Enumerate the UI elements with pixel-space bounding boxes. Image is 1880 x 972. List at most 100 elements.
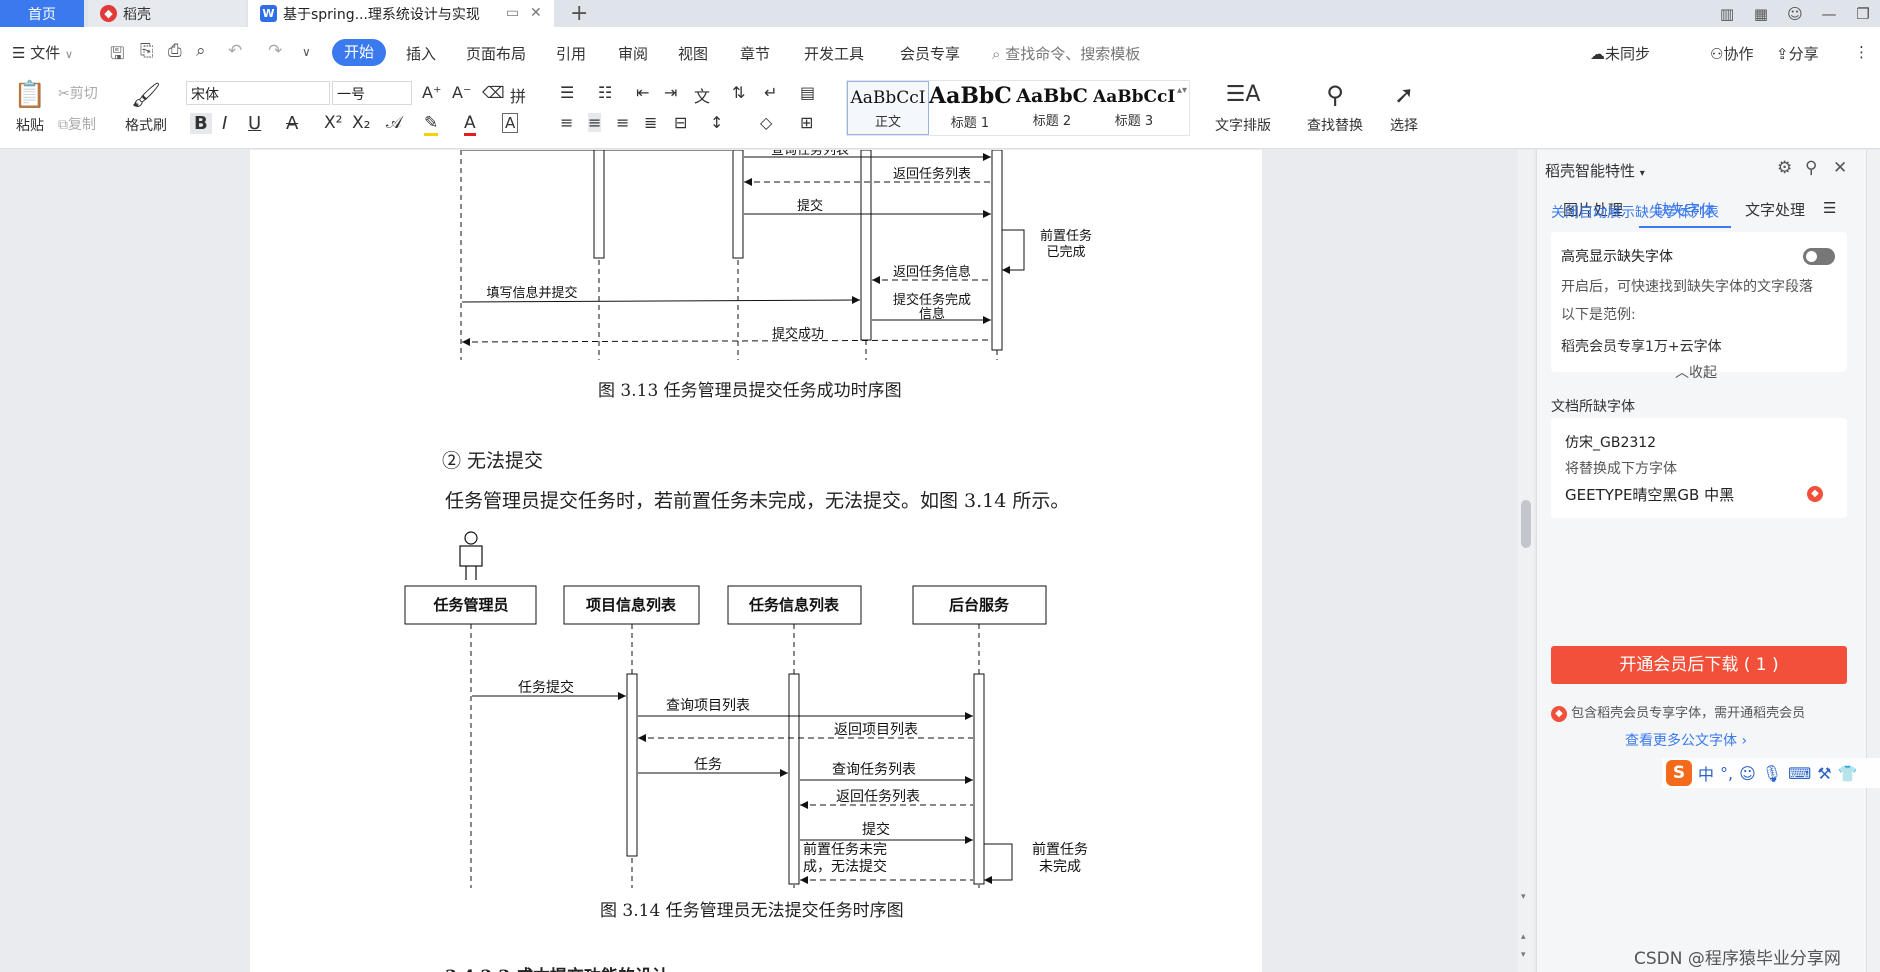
style-heading-2[interactable]: AaBbC 标题 2 <box>1011 81 1093 135</box>
clear-format-icon[interactable]: ⌫ <box>482 83 505 102</box>
restore-icon[interactable]: ❐ <box>1846 5 1880 23</box>
shrink-font-icon[interactable]: A⁻ <box>452 83 471 102</box>
layout-icon[interactable]: ▥ <box>1710 5 1744 23</box>
gallery-scroll-icon[interactable]: ▴▾ <box>1177 85 1187 96</box>
bold-icon[interactable]: B <box>190 113 212 134</box>
quick-access-more-icon[interactable]: ∨ <box>302 45 311 59</box>
sync-status[interactable]: ☁未同步 <box>1590 43 1650 64</box>
scrollbar-thumb[interactable] <box>1521 500 1531 548</box>
document-scrollbar[interactable]: ▾ ▴ ▾ <box>1518 150 1534 972</box>
skin-icon[interactable]: 👕 <box>1838 764 1858 783</box>
menu-insert[interactable]: 插入 <box>406 43 436 64</box>
text-layout-button[interactable]: ☰A 文字排版 <box>1206 81 1280 135</box>
print-icon[interactable]: ⎙ <box>168 41 182 61</box>
menu-page-layout[interactable]: 页面布局 <box>466 43 526 64</box>
sogou-logo-icon[interactable]: S <box>1666 760 1692 786</box>
numbered-list-icon[interactable]: ☷ <box>598 83 612 102</box>
sort-icon[interactable]: ⇅ <box>732 83 745 102</box>
copy-button[interactable]: ⧉复制 <box>58 114 96 134</box>
more-icon[interactable]: ⋮ <box>1854 43 1869 61</box>
distributed-icon[interactable]: ⊟ <box>674 113 687 132</box>
style-normal[interactable]: AaBbCcI 正文 <box>847 81 929 135</box>
menu-developer[interactable]: 开发工具 <box>804 43 864 64</box>
print-preview-icon[interactable]: ⌕ <box>196 41 206 61</box>
toolbox-icon[interactable]: ⚒ <box>1817 764 1831 783</box>
ime-chinese-mode[interactable]: 中 <box>1698 761 1714 785</box>
tab-daoke[interactable]: ◆ 稻壳 <box>88 0 246 27</box>
undo-icon[interactable]: ↶ <box>228 41 242 61</box>
save-icon[interactable]: 🖫 <box>110 41 124 70</box>
strikethrough-icon[interactable]: A <box>286 113 298 134</box>
close-icon[interactable]: ✕ <box>1833 158 1847 178</box>
close-auto-show-link[interactable]: 关闭自动展示缺失字体列表 <box>1551 202 1719 222</box>
cut-button[interactable]: ✂剪切 <box>58 83 98 103</box>
menu-member[interactable]: 会员专享 <box>900 43 960 64</box>
keyboard-icon[interactable]: ⌨ <box>1788 764 1811 783</box>
font-family-select[interactable]: 宋体 <box>186 81 330 105</box>
font-color-icon[interactable]: A <box>464 113 476 136</box>
shading-icon[interactable]: ◇ <box>760 113 772 132</box>
menu-view[interactable]: 视图 <box>678 43 708 64</box>
document-page[interactable]: 查询任务列表 返回任务列表 提交 前置任务 已完成 返回任务信息 填写信息并提交… <box>250 150 1262 972</box>
highlight-icon[interactable]: ✎ <box>424 113 439 136</box>
grow-font-icon[interactable]: A⁺ <box>422 83 441 102</box>
paste-button[interactable]: 📋 粘贴 <box>12 81 48 135</box>
increase-indent-icon[interactable]: ⇥ <box>664 83 677 102</box>
panel-tab-text[interactable]: 文字处理 <box>1745 199 1805 220</box>
share-button[interactable]: ⇪分享 <box>1776 43 1819 64</box>
more-fonts-link[interactable]: 查看更多公文字体 › <box>1625 730 1747 750</box>
page-up-icon[interactable]: ▴ <box>1521 932 1526 942</box>
align-center-icon[interactable]: ≡ <box>588 113 602 132</box>
menu-review[interactable]: 审阅 <box>618 43 648 64</box>
phonetic-icon[interactable]: 拼 <box>510 83 526 107</box>
line-spacing-icon[interactable]: ↕ <box>710 113 723 132</box>
italic-icon[interactable]: I <box>222 113 227 134</box>
style-heading-1[interactable]: AaBbC 标题 1 <box>929 81 1011 135</box>
menu-start[interactable]: 开始 <box>332 39 386 66</box>
new-tab-button[interactable]: + <box>570 1 588 26</box>
menu-chapter[interactable]: 章节 <box>740 43 770 64</box>
subscript-icon[interactable]: X₂ <box>352 113 370 133</box>
collapse-button[interactable]: ︿收起 <box>1675 362 1717 382</box>
select-button[interactable]: ➚ 选择 <box>1382 81 1426 135</box>
file-menu[interactable]: ☰ 文件 ∨ <box>12 42 73 63</box>
tab-close-icon[interactable]: ✕ <box>530 5 542 21</box>
user-avatar-icon[interactable]: ☺ <box>1778 5 1812 23</box>
gear-icon[interactable]: ⚙ <box>1777 158 1792 178</box>
highlight-toggle[interactable] <box>1803 248 1835 265</box>
table-icon[interactable]: ▤ <box>800 83 815 102</box>
style-heading-3[interactable]: AaBbCcI 标题 3 <box>1093 81 1175 135</box>
apps-grid-icon[interactable]: ▦ <box>1744 5 1778 23</box>
panel-title[interactable]: 稻壳智能特性 ▾ <box>1545 160 1645 181</box>
panel-menu-icon[interactable]: ☰ <box>1823 199 1836 217</box>
monitor-icon[interactable]: ▭ <box>506 5 519 21</box>
redo-icon[interactable]: ↷ <box>268 41 282 61</box>
scroll-down-icon[interactable]: ▾ <box>1521 892 1526 902</box>
underline-icon[interactable]: U <box>248 113 261 134</box>
tab-document[interactable]: W 基于spring...理系统设计与实现 ▭ ✕ <box>248 0 554 27</box>
bullet-list-icon[interactable]: ☰ <box>560 83 574 102</box>
chinese-layout-icon[interactable]: 文 <box>694 83 710 107</box>
show-marks-icon[interactable]: ↵ <box>764 83 777 102</box>
align-right-icon[interactable]: ≡ <box>616 113 629 132</box>
borders-icon[interactable]: ⊞ <box>800 113 813 132</box>
punctuation-icon[interactable]: °, <box>1720 764 1733 783</box>
align-left-icon[interactable]: ≡ <box>560 113 573 132</box>
pin-icon[interactable]: ⚲ <box>1805 158 1817 178</box>
export-pdf-icon[interactable]: ⎘ <box>140 41 154 61</box>
emoji-icon[interactable]: ☺ <box>1739 764 1756 783</box>
char-border-icon[interactable]: A <box>502 113 519 133</box>
command-search[interactable]: ⌕ 查找命令、搜索模板 <box>992 43 1140 64</box>
microphone-icon[interactable]: 🎙 <box>1762 764 1782 783</box>
superscript-icon[interactable]: X² <box>324 113 342 133</box>
minimize-icon[interactable]: — <box>1812 5 1846 23</box>
font-size-select[interactable]: 一号 <box>332 81 412 105</box>
page-down-icon[interactable]: ▾ <box>1521 950 1526 960</box>
decrease-indent-icon[interactable]: ⇤ <box>636 83 649 102</box>
format-painter-button[interactable]: 🖌 格式刷 <box>120 81 172 135</box>
text-effect-icon[interactable]: 𝒜 <box>386 113 402 133</box>
member-download-button[interactable]: 开通会员后下载 ( 1 ) <box>1551 646 1847 684</box>
menu-references[interactable]: 引用 <box>556 43 586 64</box>
tab-home[interactable]: 首页 <box>0 0 84 27</box>
collaborate-button[interactable]: ⚇协作 <box>1710 43 1753 64</box>
